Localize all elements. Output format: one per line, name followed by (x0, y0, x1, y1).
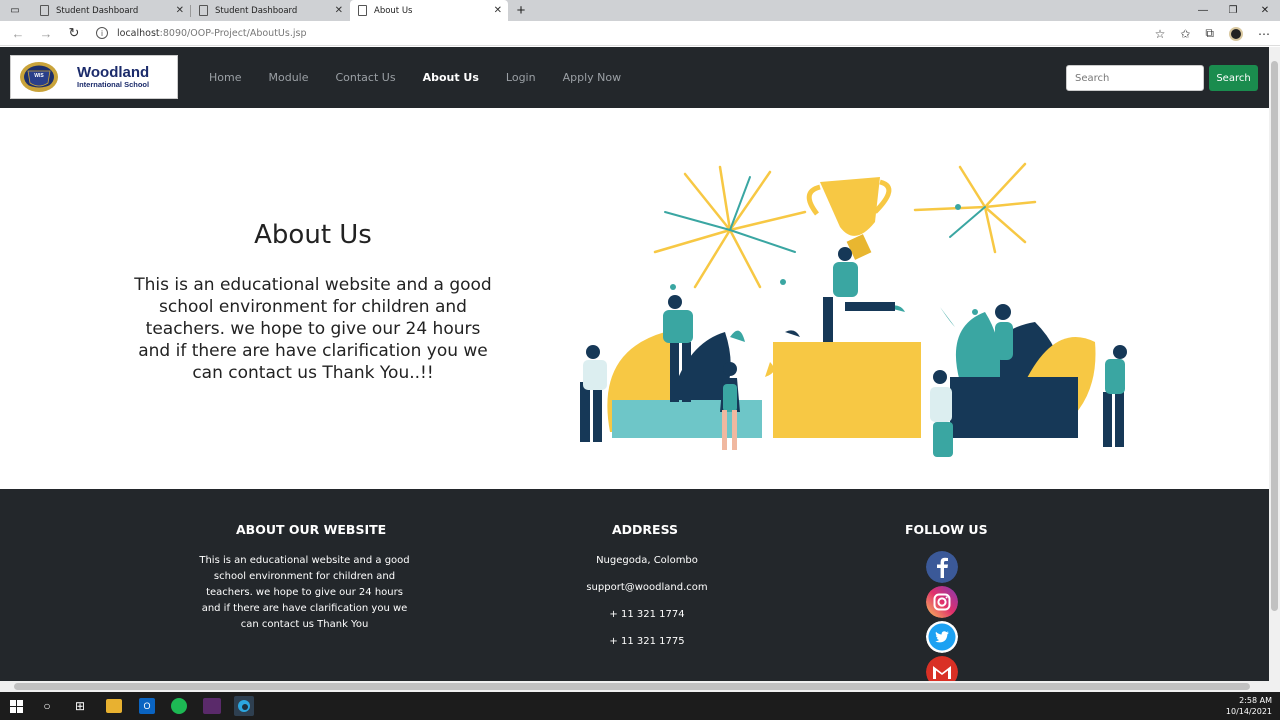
favorite-add-icon[interactable]: ☆ (1155, 27, 1166, 41)
tab-title: About Us (374, 5, 413, 16)
logo-title: Woodland (77, 64, 150, 82)
browser-tab-bar: ▭ Student Dashboard ✕ Student Dashboard … (0, 0, 1280, 21)
collections-icon[interactable]: ⧉ (1205, 26, 1214, 41)
spotify-icon[interactable] (171, 698, 187, 714)
refresh-icon[interactable]: ↻ (60, 21, 88, 46)
footer-follow-heading: FOLLOW US (905, 522, 988, 537)
more-menu-icon[interactable]: ⋯ (1258, 27, 1270, 41)
nav-contact-us[interactable]: Contact Us (335, 71, 395, 84)
restore-icon[interactable]: ❐ (1218, 0, 1248, 21)
about-description: This is an educational website and a goo… (134, 275, 492, 383)
system-clock[interactable]: 2:58 AM 10/14/2021 (1226, 695, 1272, 717)
outlook-icon[interactable]: O (139, 698, 155, 714)
webpage: WIS Woodland International School Home M… (0, 47, 1269, 681)
nav-menu: Home Module Contact Us About Us Login Ap… (209, 47, 648, 108)
footer-phone-1[interactable]: + 11 321 1774 (547, 607, 747, 623)
footer-location: Nugegoda, Colombo (596, 555, 698, 566)
app-icon[interactable] (203, 698, 221, 714)
search-button[interactable]: Search (1209, 65, 1258, 91)
address-bar: ← → ↻ i localhost:8090/OOP-Project/About… (0, 21, 1280, 46)
info-icon[interactable]: i (96, 27, 108, 39)
nav-apply-now[interactable]: Apply Now (563, 71, 622, 84)
nav-login[interactable]: Login (506, 71, 536, 84)
footer-address-heading: ADDRESS (612, 522, 679, 537)
task-view-icon[interactable]: ⊞ (70, 696, 90, 716)
close-icon[interactable]: ✕ (494, 5, 502, 16)
tab-title: Student Dashboard (56, 5, 139, 16)
url-field[interactable]: localhost:8090/OOP-Project/AboutUs.jsp (117, 28, 306, 39)
browser-tab-1[interactable]: Student Dashboard ✕ (32, 0, 190, 21)
clock-time: 2:58 AM (1239, 696, 1272, 705)
page-icon (40, 5, 49, 16)
horizontal-scrollbar[interactable] (0, 681, 1280, 692)
svg-text:WIS: WIS (34, 73, 44, 79)
instagram-icon[interactable] (926, 586, 958, 618)
vertical-scrollbar[interactable] (1269, 47, 1280, 681)
new-tab-icon[interactable]: + (506, 0, 536, 21)
close-icon[interactable]: ✕ (335, 5, 343, 16)
nav-home[interactable]: Home (209, 71, 241, 84)
profile-avatar[interactable] (1229, 26, 1243, 41)
browser-tab-2[interactable]: Student Dashboard ✕ (191, 0, 349, 21)
footer-about-heading: ABOUT OUR WEBSITE (236, 522, 387, 537)
search-input[interactable]: Search (1066, 65, 1204, 91)
nav-module[interactable]: Module (268, 71, 308, 84)
page-icon (358, 5, 367, 16)
search-placeholder: Search (1075, 72, 1110, 84)
school-logo[interactable]: WIS Woodland International School (10, 55, 178, 99)
browser-tab-3[interactable]: About Us ✕ (350, 0, 508, 21)
twitter-icon[interactable] (926, 621, 958, 653)
url-host: localhost (117, 27, 160, 39)
nav-about-us[interactable]: About Us (423, 71, 479, 84)
scroll-thumb[interactable] (14, 683, 1250, 690)
site-footer: ABOUT OUR WEBSITE This is an educational… (0, 489, 1269, 681)
window-close-icon[interactable]: ✕ (1250, 0, 1280, 21)
tab-title: Student Dashboard (215, 5, 298, 16)
clock-date: 10/14/2021 (1225, 707, 1272, 716)
windows-start-icon[interactable] (6, 696, 26, 716)
footer-about-text: This is an educational website and a goo… (199, 555, 410, 630)
logo-subtitle: International School (77, 80, 150, 90)
facebook-icon[interactable] (926, 551, 958, 583)
edge-browser-icon[interactable] (234, 696, 254, 716)
favorites-icon[interactable]: ✩ (1180, 27, 1190, 41)
celebration-illustration (580, 162, 1127, 457)
back-icon[interactable]: ← (4, 21, 32, 46)
forward-icon[interactable]: → (32, 21, 60, 46)
crest-icon: WIS (20, 62, 58, 92)
footer-email[interactable]: support@woodland.com (547, 580, 747, 596)
page-icon (199, 5, 208, 16)
close-icon[interactable]: ✕ (176, 5, 184, 16)
page-title: About Us (254, 220, 372, 250)
url-path: :8090/OOP-Project/AboutUs.jsp (159, 27, 307, 39)
minimize-icon[interactable]: — (1188, 0, 1218, 21)
scroll-thumb[interactable] (1271, 61, 1278, 611)
site-navbar: WIS Woodland International School Home M… (0, 47, 1269, 108)
tab-actions-icon[interactable]: ▭ (0, 0, 30, 21)
file-explorer-icon[interactable] (106, 699, 122, 713)
gmail-icon[interactable] (926, 656, 958, 681)
windows-taskbar: ○ ⊞ O 2:58 AM 10/14/2021 (0, 692, 1280, 720)
search-icon[interactable]: ○ (37, 696, 57, 716)
footer-phone-2[interactable]: + 11 321 1775 (547, 634, 747, 650)
